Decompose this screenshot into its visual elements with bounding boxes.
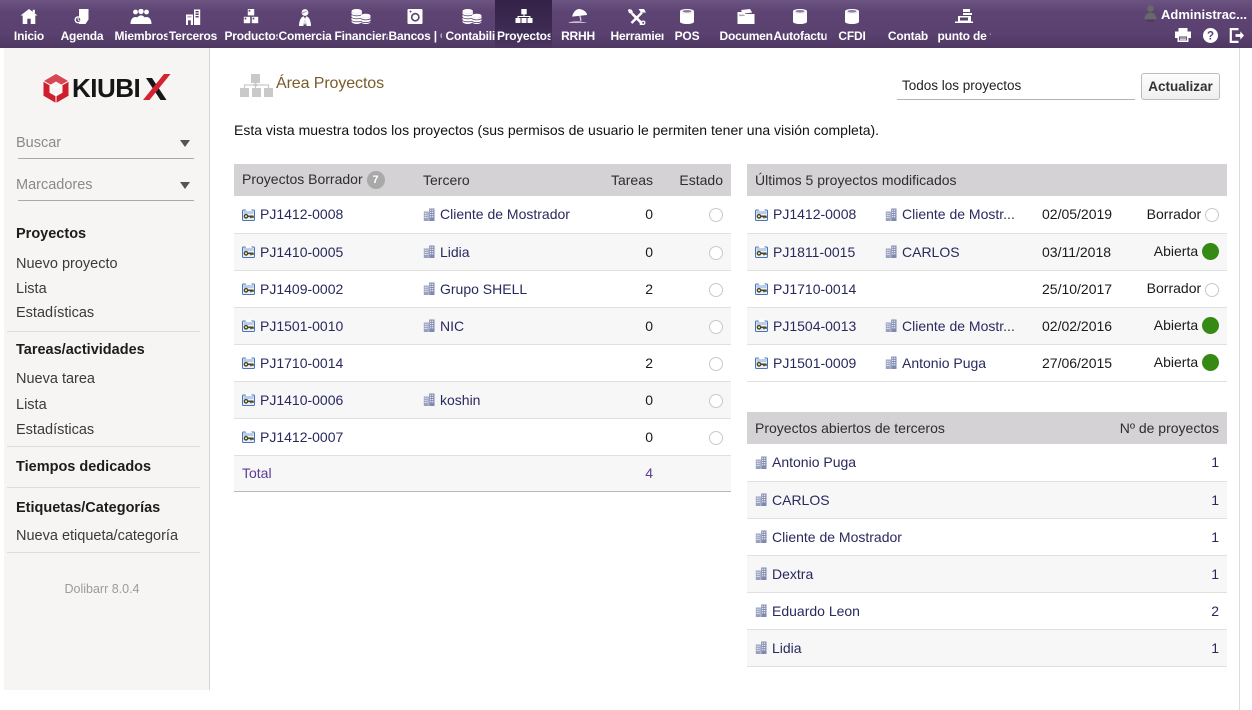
svg-text:?: ?	[1207, 31, 1214, 43]
svg-text:KIUBI: KIUBI	[72, 73, 140, 103]
